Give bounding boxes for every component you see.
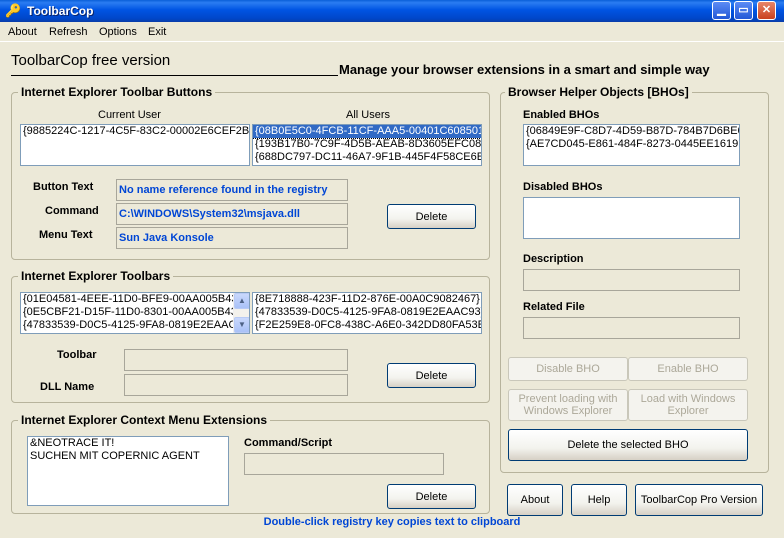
prevent-loading-button[interactable]: Prevent loading with Windows Explorer (508, 389, 628, 421)
group-legend: Internet Explorer Context Menu Extension… (18, 413, 271, 427)
list-item[interactable]: &NEOTRACE IT! (28, 437, 228, 450)
group-legend: Internet Explorer Toolbars (18, 269, 174, 283)
all-users-label: All Users (346, 109, 391, 121)
context-menu-list[interactable]: &NEOTRACE IT! SUCHEN MIT COPERNIC AGENT (27, 436, 229, 506)
delete-button-context-menu[interactable]: Delete (387, 484, 476, 509)
button-text-label: Button Text (33, 181, 94, 193)
command-script-label: Command/Script (244, 437, 333, 449)
description-field[interactable] (523, 269, 740, 291)
page-subtitle: Manage your browser extensions in a smar… (339, 62, 710, 77)
window-title: ToolbarCop (27, 4, 94, 18)
list-item[interactable]: {08B0E5C0-4FCB-11CF-AAA5-00401C608501} (253, 125, 481, 139)
command-label: Command (45, 205, 99, 217)
toolbars-group: Internet Explorer Toolbars {01E04581-4EE… (11, 269, 490, 403)
title-underline (11, 75, 338, 76)
bho-group: Browser Helper Objects [BHOs] Enabled BH… (500, 85, 769, 473)
list-item[interactable]: {06849E9F-C8D7-4D59-B87D-784B7D6BE0B3} (524, 125, 739, 138)
load-with-explorer-button[interactable]: Load with Windows Explorer (628, 389, 748, 421)
related-file-label: Related File (523, 301, 585, 313)
enabled-bhos-list[interactable]: {06849E9F-C8D7-4D59-B87D-784B7D6BE0B3} {… (523, 124, 740, 166)
command-script-field[interactable] (244, 453, 444, 475)
list-item[interactable]: {9885224C-1217-4C5F-83C2-00002E6CEF2B} (21, 125, 249, 138)
menu-bar: About Refresh Options Exit (0, 23, 784, 42)
current-user-list[interactable]: {9885224C-1217-4C5F-83C2-00002E6CEF2B} (20, 124, 250, 166)
menu-exit[interactable]: Exit (148, 26, 166, 38)
command-field[interactable]: C:\WINDOWS\System32\msjava.dll (116, 203, 348, 225)
list-item[interactable]: {688DC797-DC11-46A7-9F1B-445F4F58CE6E} (253, 151, 481, 164)
list-item[interactable]: {01E04581-4EEE-11D0-BFE9-00AA005B4383} (21, 293, 233, 306)
pro-version-button[interactable]: ToolbarCop Pro Version (635, 484, 763, 516)
about-button[interactable]: About (507, 484, 563, 516)
toolbar-field[interactable] (124, 349, 348, 371)
list-item[interactable]: SUCHEN MIT COPERNIC AGENT (28, 450, 228, 463)
delete-button-toolbars[interactable]: Delete (387, 363, 476, 388)
app-key-icon: 🔑 (5, 3, 22, 18)
list-item[interactable]: {AE7CD045-E861-484F-8273-0445EE161910} (524, 138, 739, 151)
current-user-label: Current User (98, 109, 161, 121)
list-item[interactable]: {47833539-D0C5-4125-9FA8-0819E2EAAC93} (21, 319, 233, 332)
enable-bho-button[interactable]: Enable BHO (628, 357, 748, 381)
list-item[interactable]: {0E5CBF21-D15F-11D0-8301-00AA005B4383} (21, 306, 233, 319)
page-title: ToolbarCop free version (11, 52, 171, 69)
toolbar-buttons-group: Internet Explorer Toolbar Buttons Curren… (11, 85, 490, 260)
dll-name-label: DLL Name (40, 381, 95, 393)
toolbars-left-list[interactable]: {01E04581-4EEE-11D0-BFE9-00AA005B4383} {… (20, 292, 250, 334)
list-item[interactable]: {F2E259E8-0FC8-438C-A6E0-342DD80FA53E} (253, 319, 481, 332)
minimize-button[interactable]: ▁ (712, 1, 731, 20)
close-button[interactable]: ✕ (757, 1, 776, 20)
list-item[interactable]: {8E718888-423F-11D2-876E-00A0C9082467} (253, 293, 481, 306)
menu-refresh[interactable]: Refresh (49, 26, 88, 38)
related-file-field[interactable] (523, 317, 740, 339)
menu-text-field[interactable]: Sun Java Konsole (116, 227, 348, 249)
context-menu-group: Internet Explorer Context Menu Extension… (11, 413, 490, 514)
menu-options[interactable]: Options (99, 26, 137, 38)
group-legend: Browser Helper Objects [BHOs] (505, 85, 692, 99)
enabled-bhos-label: Enabled BHOs (523, 109, 600, 121)
disabled-bhos-label: Disabled BHOs (523, 181, 603, 193)
help-button[interactable]: Help (571, 484, 627, 516)
list-item[interactable]: {47833539-D0C5-4125-9FA8-0819E2EAAC93} (253, 306, 481, 319)
toolbars-right-list[interactable]: {8E718888-423F-11D2-876E-00A0C9082467} {… (252, 292, 482, 334)
title-bar[interactable]: 🔑 ToolbarCop ▁ ▭ ✕ (0, 0, 784, 22)
scroll-down-icon[interactable]: ▼ (234, 317, 249, 333)
list-item[interactable]: {193B17B0-7C9F-4D5B-AEAB-8D3605EFC084} (253, 138, 481, 151)
scroll-up-icon[interactable]: ▲ (234, 293, 249, 309)
button-text-field[interactable]: No name reference found in the registry (116, 179, 348, 201)
toolbar-label: Toolbar (57, 349, 97, 361)
description-label: Description (523, 253, 584, 265)
group-legend: Internet Explorer Toolbar Buttons (18, 85, 216, 99)
all-users-list[interactable]: {08B0E5C0-4FCB-11CF-AAA5-00401C608501} {… (252, 124, 482, 166)
dll-name-field[interactable] (124, 374, 348, 396)
disabled-bhos-list[interactable] (523, 197, 740, 239)
menu-text-label: Menu Text (39, 229, 93, 241)
menu-about[interactable]: About (8, 26, 37, 38)
maximize-button[interactable]: ▭ (734, 1, 753, 20)
disable-bho-button[interactable]: Disable BHO (508, 357, 628, 381)
delete-button-toolbar-buttons[interactable]: Delete (387, 204, 476, 229)
delete-bho-button[interactable]: Delete the selected BHO (508, 429, 748, 461)
footer-hint: Double-click registry key copies text to… (263, 516, 521, 528)
scrollbar[interactable]: ▲ ▼ (233, 293, 249, 333)
